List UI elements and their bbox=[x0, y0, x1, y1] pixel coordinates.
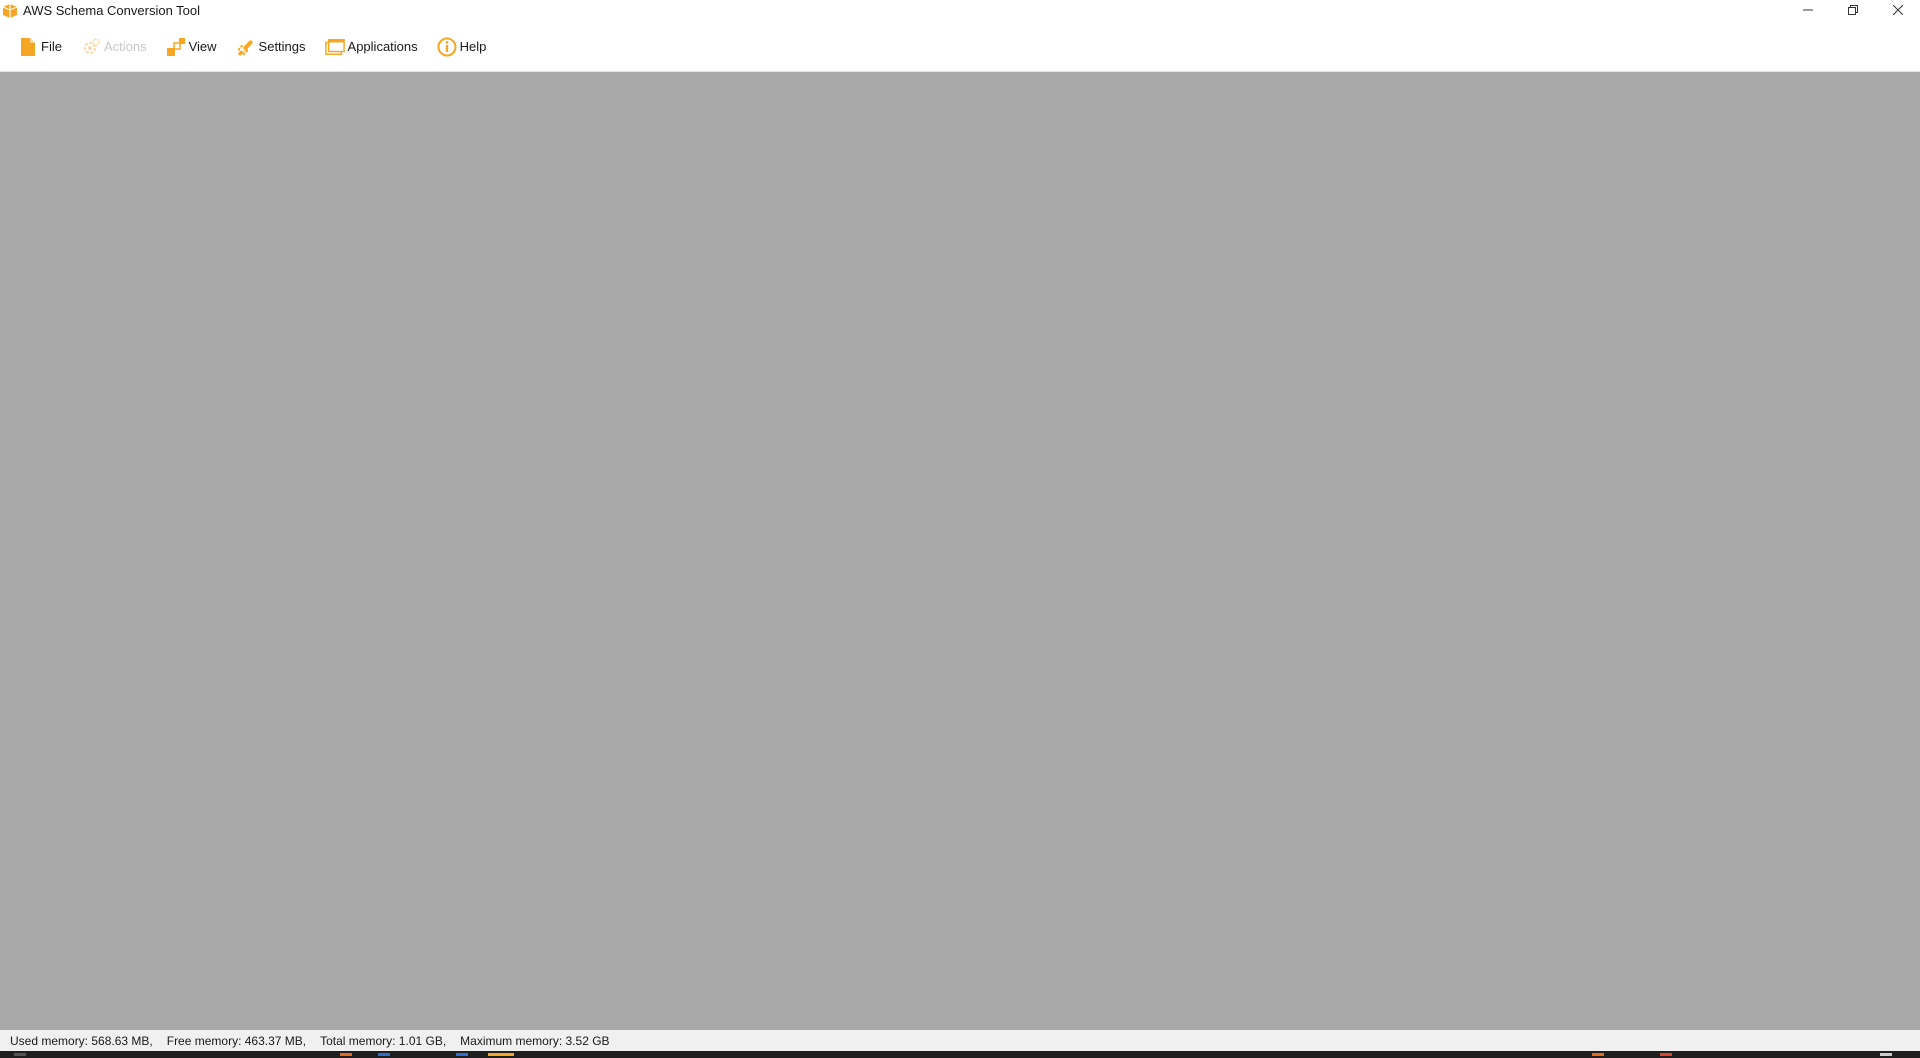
menu-file-label: File bbox=[41, 39, 62, 54]
status-total-memory: Total memory: 1.01 GB, bbox=[320, 1033, 447, 1048]
menu-applications[interactable]: Applications bbox=[323, 32, 420, 62]
menu-view-label: View bbox=[188, 39, 217, 54]
status-free-memory: Free memory: 463.37 MB, bbox=[166, 1033, 307, 1048]
view-icon bbox=[166, 37, 186, 57]
taskbar-item[interactable] bbox=[14, 1053, 26, 1056]
status-used-memory: Used memory: 568.63 MB, bbox=[10, 1033, 153, 1048]
window-title: AWS Schema Conversion Tool bbox=[23, 3, 201, 18]
menu-file[interactable]: File bbox=[16, 32, 64, 62]
menu-help[interactable]: Help bbox=[435, 32, 489, 62]
menu-settings[interactable]: Settings bbox=[234, 32, 308, 62]
restore-button[interactable] bbox=[1830, 0, 1875, 22]
title-bar[interactable]: AWS Schema Conversion Tool bbox=[0, 0, 1920, 22]
menu-view[interactable]: View bbox=[164, 32, 219, 62]
taskbar-item[interactable] bbox=[378, 1053, 390, 1056]
os-taskbar bbox=[0, 1051, 1920, 1058]
minimize-icon bbox=[1802, 2, 1813, 20]
menu-bar: File Actions View Settings Applications … bbox=[0, 22, 1920, 72]
settings-icon bbox=[236, 37, 256, 57]
taskbar-item[interactable] bbox=[340, 1053, 352, 1056]
taskbar-item[interactable] bbox=[1880, 1053, 1892, 1056]
menu-settings-label: Settings bbox=[258, 39, 306, 54]
menu-help-label: Help bbox=[459, 39, 487, 54]
restore-icon bbox=[1847, 2, 1858, 20]
status-bar: Used memory: 568.63 MB, Free memory: 463… bbox=[0, 1030, 1920, 1051]
taskbar-item[interactable] bbox=[456, 1053, 468, 1056]
help-icon bbox=[437, 37, 457, 57]
menu-actions[interactable]: Actions bbox=[79, 32, 149, 62]
taskbar-item[interactable] bbox=[1660, 1053, 1672, 1056]
aws-sct-app-icon bbox=[2, 3, 18, 19]
application-window: AWS Schema Conversion Tool File Actions … bbox=[0, 0, 1920, 1058]
menu-applications-label: Applications bbox=[347, 39, 418, 54]
file-icon bbox=[18, 37, 38, 57]
workspace-area bbox=[0, 72, 1920, 1030]
close-icon bbox=[1892, 2, 1903, 20]
window-controls bbox=[1785, 0, 1920, 22]
taskbar-item[interactable] bbox=[1592, 1053, 1604, 1056]
actions-gear-icon bbox=[81, 37, 101, 57]
applications-icon bbox=[324, 37, 345, 57]
status-max-memory: Maximum memory: 3.52 GB bbox=[460, 1033, 610, 1048]
menu-actions-label: Actions bbox=[103, 39, 147, 54]
taskbar-item-active[interactable] bbox=[488, 1053, 514, 1056]
minimize-button[interactable] bbox=[1785, 0, 1830, 22]
close-button[interactable] bbox=[1875, 0, 1920, 22]
